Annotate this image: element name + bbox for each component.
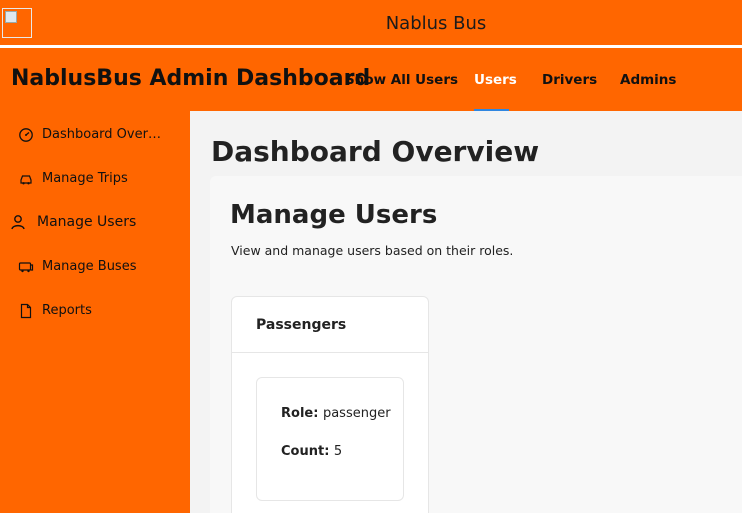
sidebar-item-manage-buses[interactable]: Manage Buses	[0, 249, 190, 285]
nav-users[interactable]: Users	[474, 72, 517, 88]
nav-admins[interactable]: Admins	[620, 72, 676, 88]
car-icon	[20, 175, 32, 185]
admin-header: NablusBus Admin Dashboard Show All Users…	[0, 48, 742, 111]
sidebar-item-reports[interactable]: Reports	[0, 293, 190, 329]
main-content: Dashboard Overview Manage Users View and…	[190, 111, 742, 513]
section-description: View and manage users based on their rol…	[231, 243, 514, 258]
user-icon	[11, 215, 25, 230]
sidebar-item-manage-users[interactable]: Manage Users	[0, 202, 196, 244]
sidebar-item-label: Manage Trips	[42, 171, 128, 186]
passengers-card: Passengers Role: passenger Count: 5	[231, 296, 429, 513]
sidebar-item-label: Dashboard Overview	[42, 127, 167, 142]
count-label: Count:	[281, 444, 334, 459]
manage-users-panel: Manage Users View and manage users based…	[210, 176, 742, 513]
sidebar-item-label: Manage Users	[37, 214, 137, 230]
count-row: Count: 5	[281, 444, 342, 459]
document-icon	[20, 303, 32, 319]
role-value: passenger	[322, 406, 391, 421]
site-title: Nablus Bus	[385, 13, 487, 34]
role-row: Role: passenger	[281, 406, 391, 421]
sidebar-item-dashboard-overview[interactable]: Dashboard Overview	[0, 117, 190, 153]
nav-drivers[interactable]: Drivers	[542, 72, 597, 88]
card-title: Passengers	[256, 317, 347, 333]
sidebar-item-label: Manage Buses	[42, 259, 137, 274]
role-summary: Role: passenger Count: 5	[256, 377, 404, 501]
count-value: 5	[333, 444, 343, 459]
sidebar-item-manage-trips[interactable]: Manage Trips	[0, 161, 190, 197]
gauge-icon	[19, 128, 33, 142]
card-header: Passengers	[232, 297, 428, 353]
sidebar-item-label: Reports	[42, 303, 92, 318]
page-title: Dashboard Overview	[211, 135, 540, 168]
top-bar: Nablus Bus	[0, 0, 742, 45]
sidebar: Dashboard Overview Manage Trips Manage U…	[0, 111, 196, 513]
dashboard-brand: NablusBus Admin Dashboard	[11, 66, 371, 91]
nav-show-all-users[interactable]: Show All Users	[345, 72, 458, 88]
section-title: Manage Users	[230, 200, 438, 230]
role-label: Role:	[281, 406, 323, 421]
bus-icon	[18, 262, 34, 273]
